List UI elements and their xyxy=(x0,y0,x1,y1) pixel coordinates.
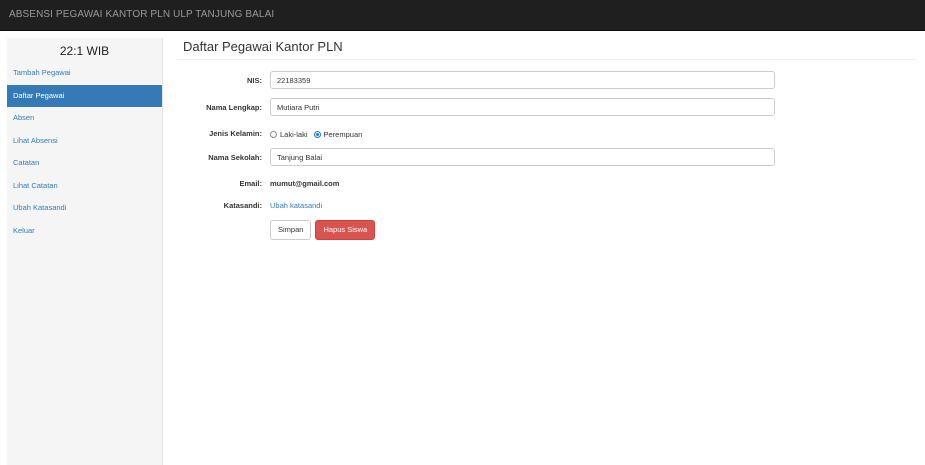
form-row-email: Email: mumut@gmail.com xyxy=(177,174,917,194)
nis-label: NIS: xyxy=(247,76,262,85)
sidebar-item-absen[interactable]: Absen xyxy=(7,107,162,130)
sidebar: 22:1 WIB Tambah Pegawai Daftar Pegawai A… xyxy=(7,38,163,465)
nis-control xyxy=(270,71,775,91)
radio-label-perempuan[interactable]: Perempuan xyxy=(324,130,363,139)
form-row-actions: Simpan Hapus Siswa xyxy=(177,220,917,240)
sidebar-item-lihat-catatan[interactable]: Lihat Catatan xyxy=(7,175,162,198)
jenis-kelamin-radio-group: Laki-laki Perempuan xyxy=(270,124,368,144)
nama-control xyxy=(270,98,775,118)
sekolah-control xyxy=(270,148,775,168)
form-row-nama: Nama Lengkap: xyxy=(177,98,917,118)
sidebar-item-tambah-pegawai[interactable]: Tambah Pegawai xyxy=(7,62,162,85)
form-row-nis: NIS: xyxy=(177,71,917,91)
katasandi-label: Katasandi: xyxy=(223,201,262,210)
simpan-button[interactable]: Simpan xyxy=(270,220,312,240)
clock: 22:1 WIB xyxy=(59,44,110,58)
nis-input[interactable] xyxy=(270,71,775,89)
form-row-katasandi: Katasandi: Ubah katasandi xyxy=(177,196,917,216)
nama-lengkap-input[interactable] xyxy=(270,98,775,116)
nama-sekolah-label: Nama Sekolah: xyxy=(208,153,262,162)
email-label: Email: xyxy=(239,179,262,188)
sidebar-item-ubah-katasandi[interactable]: Ubah Katasandi xyxy=(7,197,162,220)
main-content: Daftar Pegawai Kantor PLN NIS: Nama Leng… xyxy=(177,38,917,240)
app-title[interactable]: ABSENSI PEGAWAI KANTOR PLN ULP TANJUNG B… xyxy=(9,9,274,20)
form-row-sekolah: Nama Sekolah: xyxy=(177,148,917,168)
email-value: mumut@gmail.com xyxy=(270,179,340,188)
top-navbar: ABSENSI PEGAWAI KANTOR PLN ULP TANJUNG B… xyxy=(0,0,925,31)
radio-label-laki-laki[interactable]: Laki-laki xyxy=(280,130,308,139)
hapus-siswa-button[interactable]: Hapus Siswa xyxy=(315,220,376,240)
form-row-jenis-kelamin: Jenis Kelamin: Laki-laki Perempuan xyxy=(177,124,917,144)
sidebar-item-lihat-absensi[interactable]: Lihat Absensi xyxy=(7,130,162,153)
nama-lengkap-label: Nama Lengkap: xyxy=(206,103,262,112)
page-title: Daftar Pegawai Kantor PLN xyxy=(177,38,917,60)
ubah-katasandi-link[interactable]: Ubah katasandi xyxy=(270,196,322,216)
radio-perempuan[interactable] xyxy=(313,130,321,138)
nama-sekolah-input[interactable] xyxy=(270,148,775,166)
sidebar-item-catatan[interactable]: Catatan xyxy=(7,152,162,175)
sidebar-item-keluar[interactable]: Keluar xyxy=(7,220,162,243)
radio-laki-laki[interactable] xyxy=(270,130,277,138)
jenis-kelamin-label: Jenis Kelamin: xyxy=(209,129,262,138)
form-actions: Simpan Hapus Siswa xyxy=(270,220,376,240)
sidebar-item-daftar-pegawai[interactable]: Daftar Pegawai xyxy=(7,84,162,107)
